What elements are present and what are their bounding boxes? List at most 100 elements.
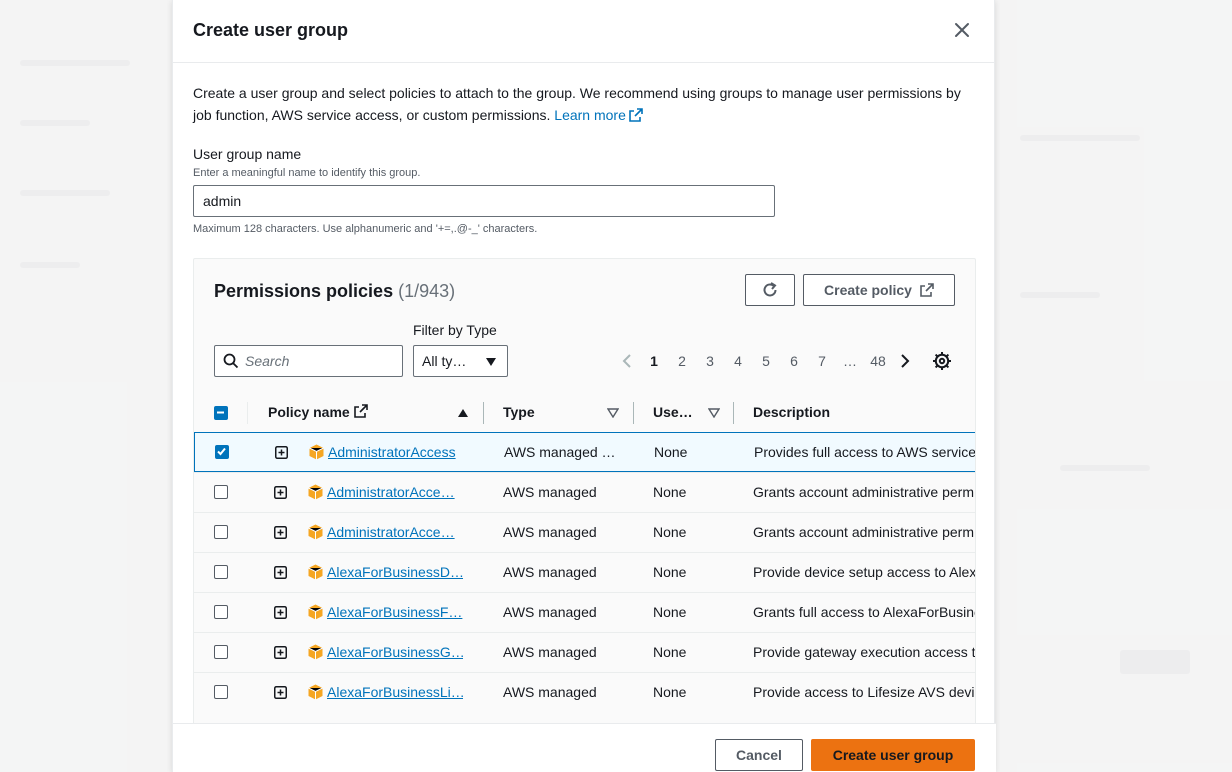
policy-type: AWS managed (503, 484, 597, 500)
row-checkbox[interactable] (214, 685, 228, 699)
policy-description: Grants account administrative perm (753, 484, 974, 500)
modal-header: Create user group (173, 0, 994, 63)
policy-type: AWS managed (503, 524, 597, 540)
expand-icon[interactable] (274, 606, 287, 619)
row-checkbox[interactable] (214, 605, 228, 619)
preferences-button[interactable] (932, 351, 952, 376)
search-icon (223, 353, 239, 369)
policy-name-link[interactable]: AdministratorAcce… (327, 524, 455, 540)
policy-name: AlexaForBusinessG… (327, 644, 463, 660)
create-policy-button[interactable]: Create policy (803, 274, 955, 306)
filter-by-type-select[interactable]: All ty… (413, 345, 508, 377)
page-ellipsis: … (843, 353, 857, 369)
policy-name-link[interactable]: AlexaForBusinessG… (327, 644, 463, 660)
row-checkbox[interactable] (214, 565, 228, 579)
user-group-name-constraint: Maximum 128 characters. Use alphanumeric… (193, 223, 538, 235)
column-used-as[interactable]: Use… (653, 404, 693, 420)
table-row[interactable]: AlexaForBusinessD… AWS managed None Provide… (194, 552, 976, 592)
policies-table: Policy name Type Use… Description Admini… (194, 394, 976, 712)
expand-icon[interactable] (274, 686, 287, 699)
close-button[interactable] (950, 18, 974, 42)
table-row[interactable]: AlexaForBusinessLi… AWS managed None Provid… (194, 672, 976, 712)
policy-name: AdministratorAccess (328, 444, 464, 460)
page-1[interactable]: 1 (640, 353, 668, 369)
expand-icon[interactable] (274, 526, 287, 539)
expand-icon[interactable] (275, 446, 288, 459)
search-input[interactable] (245, 346, 395, 376)
next-page-button[interactable] (892, 353, 918, 369)
create-user-group-modal: Create user group Create a user group an… (172, 0, 996, 772)
aws-managed-policy-icon (308, 604, 323, 620)
pagination: 1 2 3 4 5 6 7 … 48 (614, 351, 918, 371)
policies-count: (1/943) (398, 281, 456, 301)
policy-name: AlexaForBusinessF… (327, 604, 463, 620)
table-row[interactable]: AlexaForBusinessG… AWS managed None Provide… (194, 632, 976, 672)
sort-icon[interactable] (607, 408, 619, 418)
policies-title: Permissions policies (1/943) (214, 281, 456, 301)
user-group-name-description: Enter a meaningful name to identify this… (193, 167, 421, 179)
create-user-group-button[interactable]: Create user group (811, 739, 975, 771)
page-48[interactable]: 48 (864, 353, 892, 369)
policy-description: Provide access to Lifesize AVS devic (753, 684, 976, 700)
sort-ascending-icon[interactable] (457, 408, 469, 418)
external-link-icon (920, 283, 934, 297)
policy-type: AWS managed (503, 604, 597, 620)
aws-managed-policy-icon (308, 684, 323, 700)
policy-name-link[interactable]: AlexaForBusinessD… (327, 564, 463, 580)
policy-name-link[interactable]: AlexaForBusinessLi… (327, 684, 463, 700)
row-checkbox[interactable] (214, 645, 228, 659)
previous-page-button[interactable] (614, 353, 640, 369)
aws-managed-policy-icon (308, 644, 323, 660)
table-row[interactable]: AdministratorAccess AWS managed … None Prov… (194, 432, 976, 472)
sort-icon[interactable] (708, 408, 720, 418)
table-body: AdministratorAccess AWS managed … None Prov… (194, 432, 976, 712)
table-row[interactable]: AdministratorAcce… AWS managed None Grants … (194, 472, 975, 512)
row-checkbox[interactable] (215, 445, 229, 459)
policy-used-as: None (653, 484, 687, 500)
caret-down-icon (486, 358, 496, 366)
chevron-right-icon (901, 354, 910, 368)
policy-type: AWS managed (503, 684, 597, 700)
page-3[interactable]: 3 (696, 353, 724, 369)
policy-type: AWS managed … (504, 444, 616, 460)
page-6[interactable]: 6 (780, 353, 808, 369)
aws-managed-policy-icon (308, 564, 323, 580)
expand-icon[interactable] (274, 566, 287, 579)
user-group-name-label: User group name (193, 146, 302, 162)
page-4[interactable]: 4 (724, 353, 752, 369)
close-icon (955, 23, 969, 37)
expand-icon[interactable] (274, 646, 287, 659)
page-7[interactable]: 7 (808, 353, 836, 369)
policy-type: AWS managed (503, 564, 597, 580)
policy-name: AdministratorAcce… (327, 524, 463, 540)
column-type[interactable]: Type (503, 404, 535, 420)
policy-description: Provide device setup access to Alex (753, 564, 976, 580)
policy-description: Provides full access to AWS services (754, 444, 976, 460)
policy-name-link[interactable]: AdministratorAcce… (327, 484, 455, 500)
modal-footer: Cancel Create user group (173, 723, 996, 772)
expand-icon[interactable] (274, 486, 287, 499)
table-row[interactable]: AlexaForBusinessF… AWS managed None Grants … (194, 592, 975, 632)
policy-description: Provide gateway execution access t (753, 644, 976, 660)
refresh-button[interactable] (745, 274, 795, 306)
row-checkbox[interactable] (214, 525, 228, 539)
page-5[interactable]: 5 (752, 353, 780, 369)
aws-managed-policy-icon (309, 444, 324, 460)
search-box (214, 345, 403, 377)
table-row[interactable]: AdministratorAcce… AWS managed None Grants … (194, 512, 975, 552)
table-header: Policy name Type Use… Description (194, 394, 975, 432)
intro-text: Create a user group and select policies … (193, 85, 961, 123)
select-all-checkbox[interactable] (214, 406, 228, 420)
policy-name-link[interactable]: AdministratorAccess (328, 444, 456, 460)
row-checkbox[interactable] (214, 485, 228, 499)
policy-name: AlexaForBusinessD… (327, 564, 463, 580)
check-icon (217, 447, 226, 456)
policy-name: AdministratorAcce… (327, 484, 463, 500)
policy-used-as: None (653, 604, 687, 620)
column-policy-name[interactable]: Policy name (268, 404, 368, 420)
user-group-name-input[interactable] (193, 185, 775, 217)
page-2[interactable]: 2 (668, 353, 696, 369)
cancel-button[interactable]: Cancel (715, 739, 803, 771)
policy-name-link[interactable]: AlexaForBusinessF… (327, 604, 462, 620)
learn-more-link[interactable]: Learn more (554, 107, 643, 123)
